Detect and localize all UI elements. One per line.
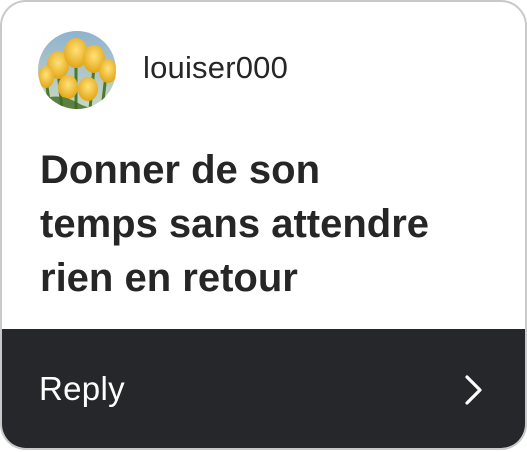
question-line: Donner de son	[40, 148, 321, 192]
question-line: temps sans attendre	[40, 202, 430, 246]
question-text: Donner de son temps sans attendre rien e…	[40, 143, 500, 305]
tulips-avatar-image	[38, 31, 116, 109]
user-header: louiser000	[38, 31, 288, 109]
question-sticker-card: louiser000 Donner de son temps sans atte…	[0, 0, 527, 450]
reply-button[interactable]: Reply	[2, 329, 525, 448]
question-line: rien en retour	[40, 256, 298, 300]
username: louiser000	[143, 50, 289, 85]
avatar	[38, 31, 116, 109]
chevron-right-icon	[463, 374, 483, 406]
reply-label: Reply	[39, 370, 125, 407]
